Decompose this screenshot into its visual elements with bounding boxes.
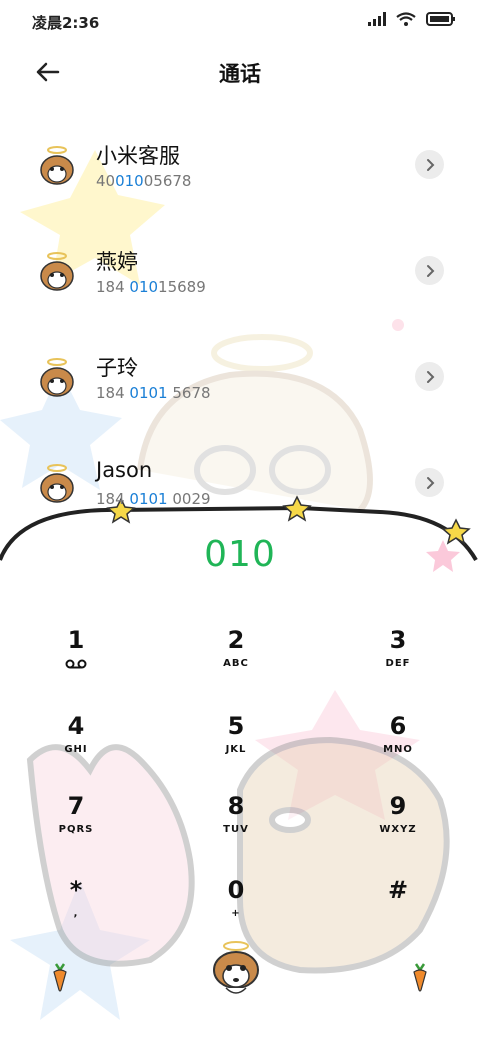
menu-button[interactable] — [408, 960, 432, 992]
signal-icon — [368, 12, 386, 26]
contact-name: 燕婷 — [96, 250, 138, 274]
battery-icon — [426, 12, 455, 26]
key-digit: 4 — [67, 712, 85, 740]
voicemail-icon — [65, 659, 87, 669]
contact-number: 184 01015689 — [96, 278, 206, 296]
dialpad-key-9[interactable]: 9 WXYZ — [338, 792, 458, 862]
contact-row[interactable]: 子玲 184 0101 5678 — [0, 340, 480, 420]
key-digit: 7 — [67, 792, 85, 820]
contact-name: Jason — [96, 458, 153, 482]
header: 通话 — [0, 44, 480, 100]
key-letters: WXYZ — [379, 824, 417, 835]
key-digit: 9 — [389, 792, 407, 820]
contact-number: 184 0101 5678 — [96, 384, 211, 402]
dialpad-key-2[interactable]: 2 ABC — [176, 626, 296, 696]
status-time: 凌晨2:36 — [32, 14, 100, 32]
wifi-icon — [396, 12, 416, 26]
status-bar: 凌晨2:36 — [0, 0, 480, 44]
dialpad-key-8[interactable]: 8 TUV — [176, 792, 296, 862]
contact-name: 子玲 — [96, 356, 138, 380]
key-digit: 0 — [227, 876, 245, 904]
chevron-right-icon — [426, 370, 434, 383]
key-digit: 5 — [227, 712, 245, 740]
dialpad-key-6[interactable]: 6 MNO — [338, 712, 458, 782]
status-icons — [368, 12, 456, 26]
contact-detail-button[interactable] — [415, 362, 444, 391]
key-letters: MNO — [383, 744, 413, 755]
chevron-right-icon — [426, 264, 434, 277]
key-letters: , — [73, 908, 79, 919]
key-digit: 8 — [227, 792, 245, 820]
dog-call-icon — [213, 941, 259, 994]
key-letters: ABC — [223, 658, 249, 669]
dialpad-key-1[interactable]: 1 — [16, 626, 136, 696]
call-button[interactable] — [206, 940, 266, 1000]
avatar-dog-icon — [40, 146, 74, 185]
key-digit: * — [69, 876, 83, 904]
dialpad-key-4[interactable]: 4 GHI — [16, 712, 136, 782]
avatar-dog-icon — [40, 358, 74, 397]
chevron-right-icon — [426, 158, 434, 171]
pink-dot-decoration — [392, 319, 404, 331]
key-letters: PQRS — [58, 824, 94, 835]
key-digit: 3 — [389, 626, 407, 654]
chevron-right-icon — [426, 476, 434, 489]
dialpad-key-7[interactable]: 7 PQRS — [16, 792, 136, 862]
dialpad-key-3[interactable]: 3 DEF — [338, 626, 458, 696]
dialpad-key-hash[interactable]: # — [338, 876, 458, 946]
key-digit: 6 — [389, 712, 407, 740]
contact-detail-button[interactable] — [415, 150, 444, 179]
dialpad-area: 010 1 2 ABC 3 DEF 4 GHI 5 JKL 6 MNO 7 PQ… — [0, 500, 480, 1040]
contact-row[interactable]: 燕婷 184 01015689 — [0, 234, 480, 314]
carrot-icon — [413, 963, 427, 992]
key-letters: DEF — [385, 658, 411, 669]
contact-detail-button[interactable] — [415, 256, 444, 285]
avatar-dog-icon — [40, 252, 74, 291]
key-letters: GHI — [64, 744, 88, 755]
dialpad-key-5[interactable]: 5 JKL — [176, 712, 296, 782]
contact-row[interactable]: 小米客服 4001005678 — [0, 128, 480, 208]
key-digit: # — [387, 876, 409, 904]
dialpad-key-star[interactable]: * , — [16, 876, 136, 946]
contact-name: 小米客服 — [96, 144, 180, 168]
key-letters: JKL — [225, 744, 247, 755]
contact-detail-button[interactable] — [415, 468, 444, 497]
dialed-number: 010 — [204, 534, 276, 575]
key-letters: TUV — [223, 824, 249, 835]
key-digit: 1 — [67, 626, 85, 654]
dialpad-key-0[interactable]: 0 + — [176, 876, 296, 946]
collapse-dialpad-button[interactable] — [48, 960, 72, 992]
contact-number: 4001005678 — [96, 172, 192, 190]
key-digit: 2 — [227, 626, 245, 654]
key-letters: + — [231, 908, 241, 919]
page-title: 通话 — [219, 62, 261, 86]
carrot-icon — [53, 963, 67, 992]
